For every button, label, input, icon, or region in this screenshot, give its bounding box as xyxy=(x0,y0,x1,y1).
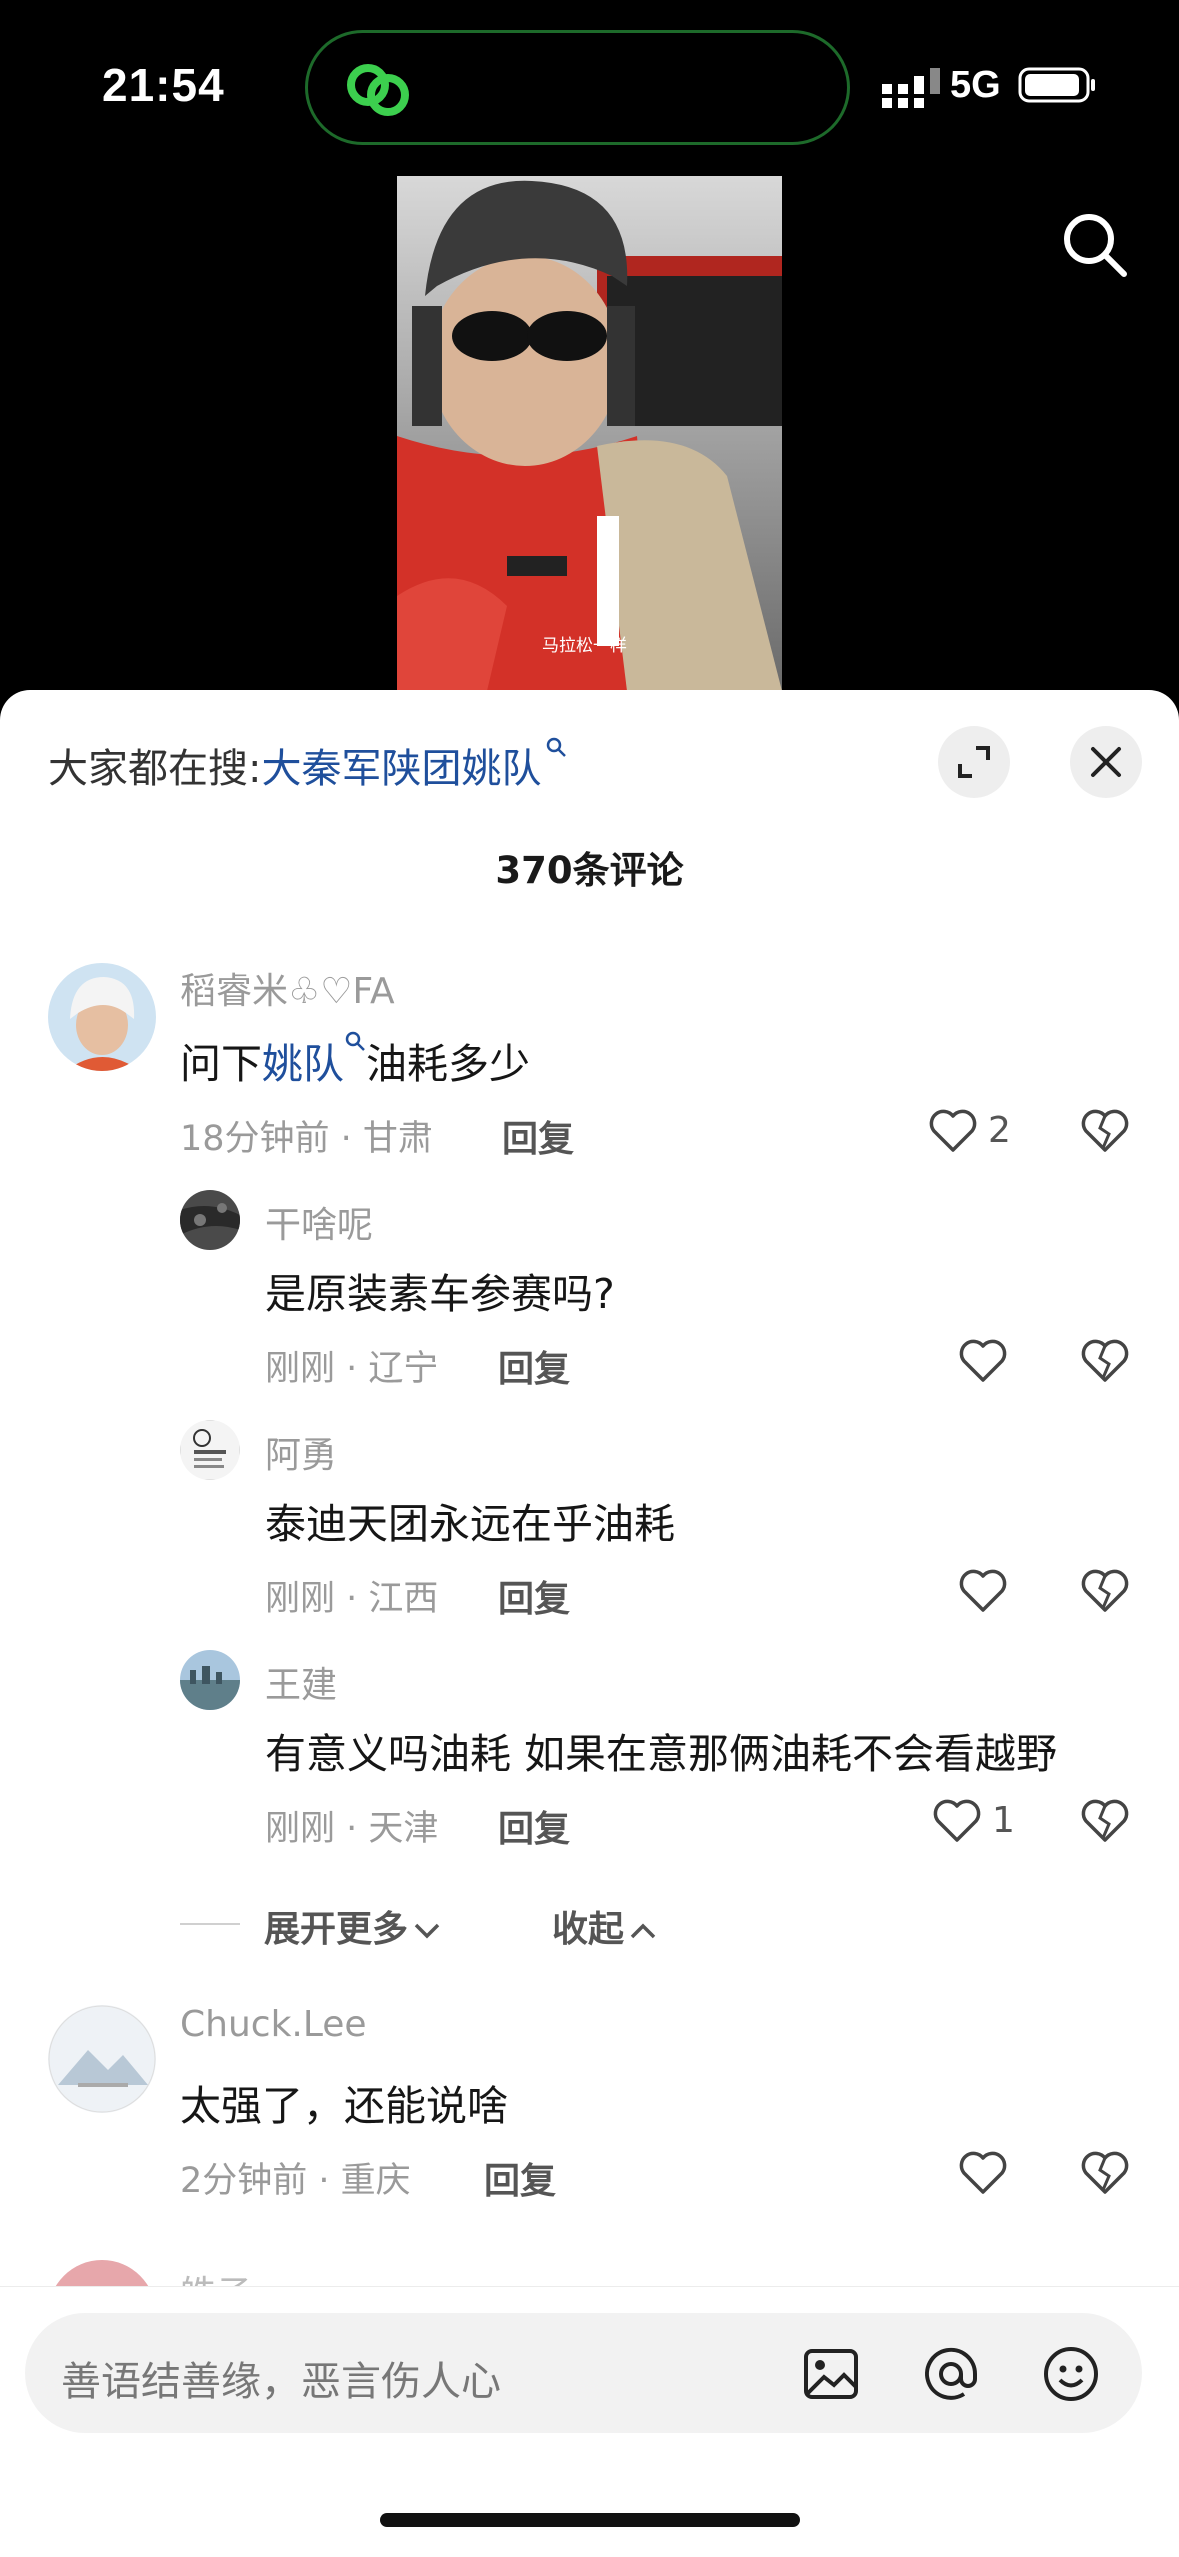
broken-heart-icon[interactable] xyxy=(1080,2150,1130,2196)
emoji-icon[interactable] xyxy=(1040,2343,1102,2405)
video-preview[interactable]: 马拉松一样 xyxy=(397,176,782,691)
signal-icon xyxy=(882,68,940,108)
image-icon[interactable] xyxy=(800,2343,862,2405)
network-type: 5G xyxy=(950,64,1001,106)
expand-button[interactable] xyxy=(938,726,1010,798)
heart-icon[interactable] xyxy=(928,1108,978,1154)
like-count: 2 xyxy=(988,1110,1011,1151)
expand-more-label: 展开更多 xyxy=(264,1909,409,1950)
reply-username[interactable]: 阿勇 xyxy=(265,1426,337,1478)
reply-username[interactable]: 王建 xyxy=(265,1656,337,1708)
reply-username[interactable]: 干啥呢 xyxy=(265,1196,373,1248)
divider xyxy=(180,1923,240,1925)
collapse-button[interactable]: 收起 xyxy=(552,1900,658,1952)
comment-text-before: 问下 xyxy=(180,1040,262,1088)
reply-meta: 刚刚 · 天津 xyxy=(265,1809,439,1849)
reply-button[interactable]: 回复 xyxy=(498,1570,570,1622)
avatar[interactable] xyxy=(180,1190,240,1250)
dynamic-island[interactable] xyxy=(305,30,850,145)
reply-button[interactable]: 回复 xyxy=(502,1110,574,1162)
status-bar: 21:54 5G xyxy=(0,0,1179,170)
comment-text: 太强了，还能说啥 xyxy=(180,2082,508,2130)
comment-text-after: 油耗多少 xyxy=(366,1040,530,1088)
reply-text: 有意义吗油耗 如果在意那俩油耗不会看越野 xyxy=(265,1730,1058,1778)
comment-input-placeholder: 善语结善缘，恶言伤人心 xyxy=(61,2359,501,2405)
comment-username[interactable]: 稻睿米♧♡FA xyxy=(180,962,395,1014)
comment-input[interactable]: 善语结善缘，恶言伤人心 xyxy=(25,2313,1142,2433)
avatar[interactable] xyxy=(180,1650,240,1710)
close-button[interactable] xyxy=(1070,726,1142,798)
reply-button[interactable]: 回复 xyxy=(484,2152,556,2204)
reply-meta: 刚刚 · 江西 xyxy=(265,1579,439,1619)
home-indicator xyxy=(380,2513,800,2527)
close-icon xyxy=(1091,747,1121,777)
link-icon xyxy=(347,64,409,116)
avatar[interactable] xyxy=(180,1420,240,1480)
search-icon xyxy=(547,737,567,757)
battery-icon xyxy=(1018,67,1095,103)
heart-icon[interactable] xyxy=(958,2150,1008,2196)
comment-keyword-link[interactable]: 姚队 xyxy=(262,1040,344,1088)
at-icon[interactable] xyxy=(920,2343,982,2405)
hot-search-prefix: 大家都在搜: xyxy=(48,746,262,792)
comment-meta: 18分钟前 · 甘肃 xyxy=(180,1119,433,1159)
chevron-up-icon xyxy=(630,1923,656,1939)
collapse-label: 收起 xyxy=(552,1909,625,1950)
broken-heart-icon[interactable] xyxy=(1080,1338,1130,1384)
comment-meta: 2分钟前 · 重庆 xyxy=(180,2161,411,2201)
comment-username[interactable]: Chuck.Lee xyxy=(180,2004,367,2045)
broken-heart-icon[interactable] xyxy=(1080,1798,1130,1844)
broken-heart-icon[interactable] xyxy=(1080,1568,1130,1614)
broken-heart-icon[interactable] xyxy=(1080,1108,1130,1154)
hot-search-term[interactable]: 大秦军陕团姚队 xyxy=(261,746,541,792)
reply-text: 泰迪天团永远在乎油耗 xyxy=(265,1500,675,1548)
video-caption: 马拉松一样 xyxy=(542,636,627,656)
reply-button[interactable]: 回复 xyxy=(498,1800,570,1852)
reply-meta: 刚刚 · 辽宁 xyxy=(265,1349,439,1389)
like-count: 1 xyxy=(992,1800,1015,1841)
heart-icon[interactable] xyxy=(932,1798,982,1844)
expand-icon xyxy=(958,746,990,778)
avatar[interactable] xyxy=(48,2005,156,2113)
avatar[interactable] xyxy=(48,963,156,1071)
reply-button[interactable]: 回复 xyxy=(498,1340,570,1392)
reply-text: 是原装素车参赛吗? xyxy=(265,1270,615,1318)
comment-input-bar: 善语结善缘，恶言伤人心 xyxy=(0,2286,1179,2557)
search-icon xyxy=(345,1031,365,1051)
heart-icon[interactable] xyxy=(958,1568,1008,1614)
search-icon[interactable] xyxy=(1060,210,1130,280)
video-frame xyxy=(397,176,782,691)
comment-text: 问下姚队 油耗多少 xyxy=(180,1030,530,1090)
heart-icon[interactable] xyxy=(958,1338,1008,1384)
chevron-down-icon xyxy=(414,1923,440,1939)
comments-sheet: 大家都在搜:大秦军陕团姚队 370条评论 稻睿米♧♡FA 问下姚队 油耗多少 18… xyxy=(0,690,1179,2556)
status-time: 21:54 xyxy=(102,59,225,111)
comments-count: 370条评论 xyxy=(495,849,684,892)
expand-more-button[interactable]: 展开更多 xyxy=(264,1900,442,1952)
hot-search[interactable]: 大家都在搜:大秦军陕团姚队 xyxy=(48,736,567,794)
